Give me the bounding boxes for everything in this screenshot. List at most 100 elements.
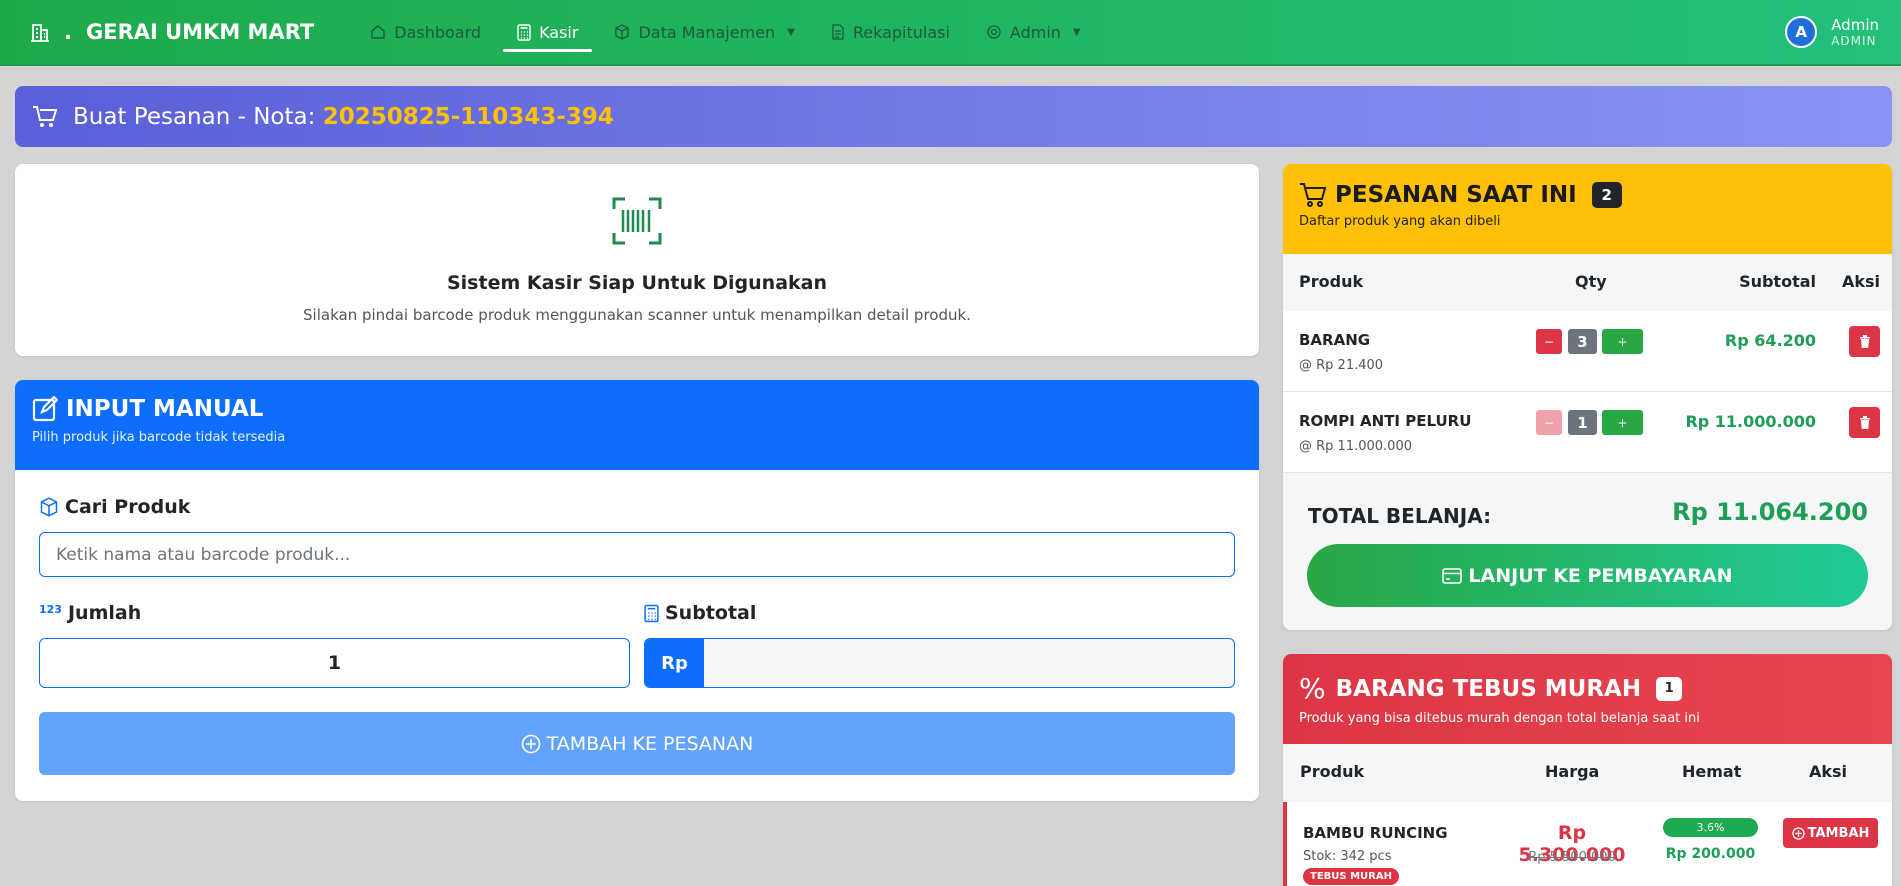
tebus-title: % BARANG TEBUS MURAH 1 bbox=[1299, 672, 1876, 705]
nav-admin[interactable]: Admin ▼ bbox=[972, 0, 1095, 65]
order-title: Buat Pesanan - Nota: 20250825-110343-394 bbox=[73, 104, 614, 130]
tebus-col-save: Hemat bbox=[1682, 762, 1742, 781]
nav-kasir[interactable]: Kasir bbox=[503, 0, 593, 65]
delete-item-button[interactable] bbox=[1849, 407, 1880, 438]
user-menu[interactable]: A Admin ADMIN bbox=[1785, 16, 1879, 48]
add-to-order-button[interactable]: TAMBAH KE PESANAN bbox=[39, 712, 1235, 775]
qty-value: 3 bbox=[1568, 329, 1597, 354]
manual-subtitle: Pilih produk jika barcode tidak tersedia bbox=[32, 430, 286, 445]
current-order-card: PESANAN SAAT INI 2 Daftar produk yang ak… bbox=[1283, 164, 1892, 630]
document-icon bbox=[832, 24, 844, 40]
tebus-header: % BARANG TEBUS MURAH 1 Produk yang bisa … bbox=[1283, 654, 1892, 744]
manual-title-text: INPUT MANUAL bbox=[66, 396, 264, 422]
cart-col-subtotal: Subtotal bbox=[1739, 272, 1816, 291]
nav-dashboard-label: Dashboard bbox=[394, 22, 482, 42]
chevron-down-icon: ▼ bbox=[1072, 26, 1081, 38]
cart-count-badge: 2 bbox=[1591, 182, 1622, 208]
tebus-item-name: BAMBU RUNCING bbox=[1303, 824, 1448, 842]
credit-card-icon bbox=[1442, 567, 1463, 584]
cart-plus-icon bbox=[33, 105, 57, 127]
brand[interactable]: . GERAI UMKM MART bbox=[30, 20, 314, 44]
cart-row: ROMPI ANTI PELURU @ Rp 11.000.000 − 1 + … bbox=[1283, 392, 1892, 473]
manual-input-card: INPUT MANUAL Pilih produk jika barcode t… bbox=[15, 380, 1259, 801]
manual-title: INPUT MANUAL bbox=[32, 396, 1242, 422]
manual-header: INPUT MANUAL Pilih produk jika barcode t… bbox=[15, 380, 1259, 470]
percent-icon: % bbox=[1299, 672, 1326, 705]
total-label: TOTAL BELANJA: bbox=[1308, 504, 1492, 528]
tebus-col-price: Harga bbox=[1545, 762, 1600, 781]
tebus-title-text: BARANG TEBUS MURAH bbox=[1335, 675, 1642, 702]
scan-card: Sistem Kasir Siap Untuk Digunakan Silaka… bbox=[15, 164, 1259, 356]
nav-kasir-label: Kasir bbox=[539, 22, 579, 42]
nav-data-manajemen-label: Data Manajemen bbox=[638, 22, 776, 42]
item-subtotal: Rp 11.000.000 bbox=[1685, 412, 1816, 431]
avatar: A bbox=[1785, 16, 1818, 48]
tebus-badge: TEBUS MURAH bbox=[1303, 868, 1399, 885]
cart-subtitle: Daftar produk yang akan dibeli bbox=[1299, 214, 1501, 229]
subtotal-field: Rp bbox=[644, 638, 1235, 688]
nav-rekapitulasi-label: Rekapitulasi bbox=[852, 22, 950, 42]
home-icon bbox=[371, 25, 385, 39]
decrease-qty-button[interactable]: − bbox=[1536, 329, 1562, 354]
cart-header: PESANAN SAAT INI 2 Daftar produk yang ak… bbox=[1283, 164, 1892, 254]
order-title-prefix: Buat Pesanan - Nota: bbox=[73, 103, 323, 130]
plus-circle-icon bbox=[521, 734, 540, 753]
total-value: Rp 11.064.200 bbox=[1672, 498, 1868, 526]
tebus-col-product: Produk bbox=[1300, 762, 1365, 781]
cart-icon bbox=[1300, 183, 1327, 207]
proceed-payment-label: LANJUT KE PEMBAYARAN bbox=[1468, 564, 1733, 587]
tebus-table-header: Produk Harga Hemat Aksi bbox=[1283, 744, 1892, 802]
brand-name: GERAI UMKM MART bbox=[85, 20, 315, 44]
tebus-item-old-price: Rp 5.500.000 bbox=[1528, 850, 1616, 865]
cheap-redeem-card: % BARANG TEBUS MURAH 1 Produk yang bisa … bbox=[1283, 654, 1892, 886]
tebus-add-button[interactable]: TAMBAH bbox=[1783, 818, 1878, 848]
proceed-payment-button[interactable]: LANJUT KE PEMBAYARAN bbox=[1307, 544, 1868, 607]
search-input[interactable]: Ketik nama atau barcode produk... bbox=[39, 532, 1235, 577]
user-name: Admin bbox=[1831, 15, 1879, 34]
calculator-icon bbox=[644, 604, 659, 622]
currency-addon: Rp bbox=[645, 639, 704, 687]
order-nota: 20250825-110343-394 bbox=[322, 103, 614, 130]
cart-title-text: PESANAN SAAT INI bbox=[1335, 182, 1577, 208]
tebus-item-stock: Stok: 342 pcs bbox=[1303, 849, 1392, 864]
decrease-qty-button[interactable]: − bbox=[1536, 410, 1562, 435]
scan-subtitle: Silakan pindai barcode produk menggunaka… bbox=[303, 306, 971, 324]
user-role: ADMIN bbox=[1831, 33, 1877, 48]
top-navbar: . GERAI UMKM MART Dashboard Kasir Data M… bbox=[0, 0, 1901, 66]
tebus-subtitle: Produk yang bisa ditebus murah dengan to… bbox=[1299, 711, 1700, 726]
tebus-add-label: TAMBAH bbox=[1807, 825, 1870, 841]
building-icon bbox=[30, 22, 50, 42]
item-name: BARANG bbox=[1299, 331, 1371, 349]
tebus-col-action: Aksi bbox=[1809, 762, 1848, 781]
item-name: ROMPI ANTI PELURU bbox=[1299, 412, 1472, 430]
tebus-count-badge: 1 bbox=[1656, 676, 1683, 701]
edit-icon bbox=[32, 396, 58, 422]
increase-qty-button[interactable]: + bbox=[1602, 410, 1643, 435]
tebus-save-value: Rp 200.000 bbox=[1665, 846, 1756, 862]
box-icon bbox=[615, 24, 630, 40]
subtotal-label-text: Subtotal bbox=[665, 602, 757, 624]
nav-rekapitulasi[interactable]: Rekapitulasi bbox=[817, 0, 964, 65]
nav-dashboard[interactable]: Dashboard bbox=[356, 0, 495, 65]
quantity-input[interactable]: 1 bbox=[39, 638, 630, 688]
numbers-icon: 123 bbox=[39, 602, 62, 616]
search-label-text: Cari Produk bbox=[65, 496, 191, 518]
item-unit-price: @ Rp 21.400 bbox=[1299, 358, 1384, 373]
qty-label: 123 Jumlah bbox=[39, 602, 141, 624]
cart-col-action: Aksi bbox=[1841, 272, 1880, 291]
increase-qty-button[interactable]: + bbox=[1602, 329, 1643, 354]
tebus-row: BAMBU RUNCING Stok: 342 pcs TEBUS MURAH … bbox=[1283, 802, 1892, 886]
item-subtotal: Rp 64.200 bbox=[1724, 331, 1816, 350]
cart-col-qty: Qty bbox=[1575, 272, 1607, 291]
nav-data-manajemen[interactable]: Data Manajemen ▼ bbox=[600, 0, 808, 65]
qty-label-text: Jumlah bbox=[67, 602, 142, 624]
gear-icon bbox=[987, 25, 1001, 39]
nav-admin-label: Admin bbox=[1009, 22, 1061, 42]
chevron-down-icon: ▼ bbox=[787, 26, 795, 38]
calculator-icon bbox=[517, 23, 531, 41]
cart-col-product: Produk bbox=[1299, 272, 1364, 291]
delete-item-button[interactable] bbox=[1849, 326, 1880, 357]
cart-row: BARANG @ Rp 21.400 − 3 + Rp 64.200 bbox=[1283, 311, 1892, 392]
add-to-order-label: TAMBAH KE PESANAN bbox=[546, 732, 754, 755]
box-icon bbox=[40, 497, 58, 517]
